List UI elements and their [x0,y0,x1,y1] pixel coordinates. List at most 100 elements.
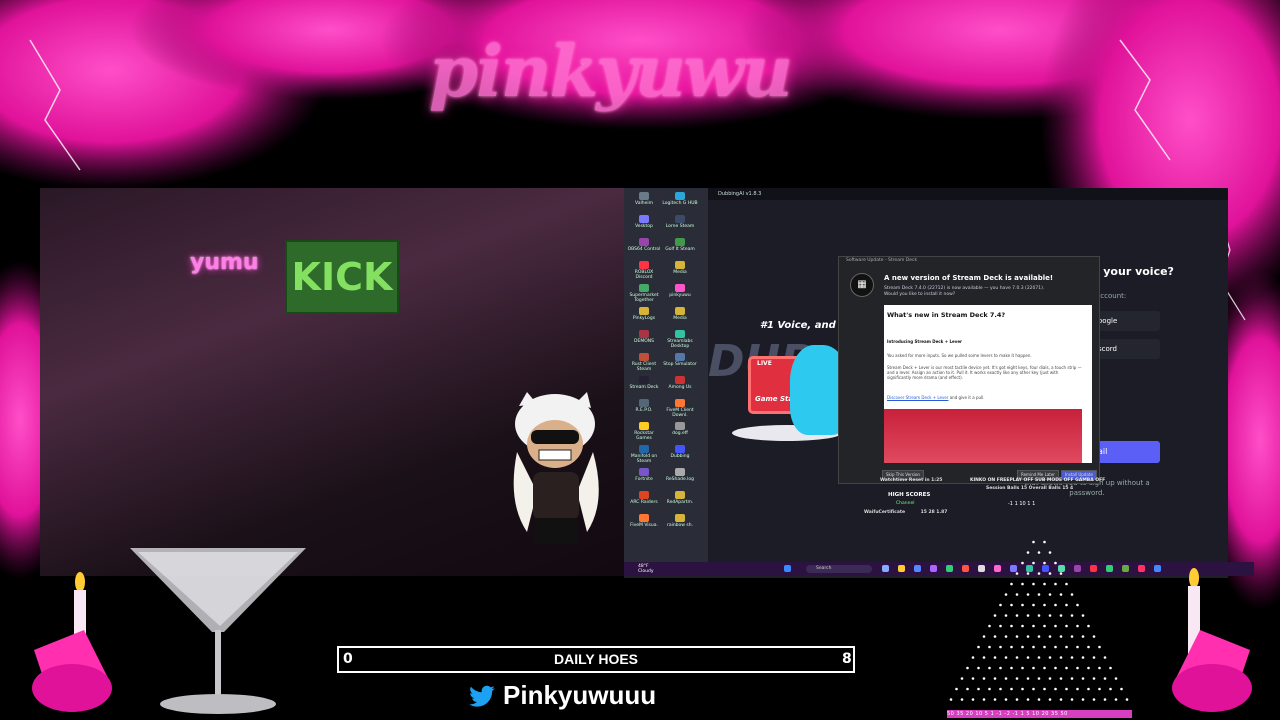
desktop-icon-label: Rust Client Steam [631,362,657,372]
highscore-values: 15 28 1.87 [920,510,948,515]
plinko-peg [1032,561,1035,565]
plinko-peg [1081,677,1085,680]
plinko-peg [960,677,964,680]
desktop-icon[interactable]: Streamlabs Desktop [662,330,698,349]
plinko-peg [1048,698,1052,701]
desktop-icon[interactable]: DEMONS [626,330,662,344]
desktop-icon[interactable]: Vesktop [626,215,662,229]
plinko-peg [1010,582,1013,586]
email-login-button[interactable]: ail [1094,441,1160,463]
plinko-peg [1026,656,1030,659]
desktop-icon-label: ARC Raiders [630,500,658,505]
desktop-icon-label: Media [673,316,687,321]
goal-target: 8 [842,651,852,667]
desktop-icon[interactable]: Rockstar Games [626,422,662,441]
plinko-peg [1021,687,1024,691]
plinko-peg [1021,645,1024,649]
plinko-peg [1059,635,1063,638]
desktop-icon[interactable]: ReShade.log [662,468,698,482]
plinko-peg [1026,572,1030,575]
plinko-peg [1015,635,1019,638]
desktop-icon[interactable]: OBS64 Control [626,238,662,252]
desktop-icon[interactable]: pinkyuwu [662,284,698,298]
desktop-icon[interactable]: ARC Raiders [626,491,662,505]
taskbar-search[interactable]: Search [806,565,872,573]
plinko-peg [1092,677,1096,680]
plinko-peg [1059,656,1063,659]
plinko-board [949,540,1129,701]
desktop-icon-glyph [675,399,685,407]
highscore-name: WaifuCertificate [864,510,906,515]
desktop-icon-glyph [675,422,685,430]
release-notes[interactable]: What's new in Stream Deck 7.4? Introduci… [884,305,1092,463]
plinko-peg [993,614,997,617]
desktop-icon[interactable]: Fortnite [626,468,662,482]
plinko-peg [1070,698,1074,701]
taskview-icon[interactable] [882,565,889,572]
desktop-icon[interactable]: Supermarket Together [626,284,662,303]
app-icon-15[interactable] [1138,565,1145,572]
desktop-icon-label: PinkyLogs [632,316,656,321]
desktop-icon-glyph [639,192,649,200]
desktop-icon-glyph [675,445,685,453]
desktop-icon[interactable]: R.E.P.O. [626,399,662,413]
update-dialog-titlebar[interactable]: Software Update - Stream Deck [838,256,1098,266]
plinko-peg [1092,698,1096,701]
discover-link-tail: and give it a pull. [949,395,985,400]
plinko-peg [1065,645,1068,649]
plinko-peg [960,698,964,701]
desktop-icon[interactable]: PinkyLogs [626,307,662,321]
plinko-peg [1037,551,1041,554]
plinko-peg [1032,540,1035,544]
desktop-icon[interactable]: Golf It Steam [662,238,698,252]
desktop-icon[interactable]: rainbow sh. [662,514,698,528]
desktop-icon[interactable]: RedApartm. [662,491,698,505]
discover-link[interactable]: Discover Stream Deck + Lever [887,395,948,400]
desktop-icon[interactable]: Lorne Steam [662,215,698,229]
desktop-icon[interactable]: Manifold on Steam [626,445,662,464]
desktop-icon-label: RedApartm. [666,500,694,505]
google-login-button[interactable]: oogle [1094,311,1160,331]
desktop-icon[interactable]: Among Us [662,376,698,390]
desktop-icon[interactable]: dog.eff [662,422,698,436]
desktop-icon[interactable]: Media [662,307,698,321]
desktop-icon[interactable]: Valheim [626,192,662,206]
plinko-peg [977,666,980,670]
plinko-peg [988,666,991,670]
plinko-peg [1010,603,1013,607]
desktop-icon[interactable]: Stream Deck [626,376,662,390]
desktop-icon[interactable]: FiveM Client Downl. [662,399,698,418]
desktop-icon[interactable]: Dubbing [662,445,698,459]
desktop-icon-glyph [639,215,649,223]
desktop-icon-label: rainbow sh. [666,523,694,528]
desktop-icon[interactable]: FiveM Visua. [626,514,662,528]
plinko-peg [1103,698,1107,701]
app-icon-1[interactable] [914,565,921,572]
desktop-icon[interactable]: Logitech G HUB [662,192,698,206]
plinko-peg [1081,614,1085,617]
desktop-icon[interactable]: Stop Simulator [662,353,698,367]
release-intro: Introducing Stream Deck + Lever [887,339,963,344]
desktop-icon[interactable]: Rust Client Steam [626,353,662,372]
plinko-peg [988,645,991,649]
desktop-icon[interactable]: ROBLOX Discord [626,261,662,280]
weather-widget[interactable]: 48°F Cloudy [638,564,654,574]
file-explorer-icon[interactable] [898,565,905,572]
discord-login-button[interactable]: scord [1094,339,1160,359]
plinko-peg [1114,677,1118,680]
app-titlebar[interactable]: DubbingAI v1.8.3 [708,188,1228,200]
desktop-icon-glyph [675,330,685,338]
plinko-peg [1026,614,1030,617]
desktop-icon-glyph [639,491,649,499]
desktop-icon-glyph [639,422,649,430]
start-icon[interactable] [784,565,791,572]
highscore-row: WaifuCertificate 15 28 1.87 [864,510,947,515]
app-title: DubbingAI v1.8.3 [718,191,762,197]
desktop-icon[interactable]: Media [662,261,698,275]
plinko-peg [1015,677,1019,680]
app-icon-2[interactable] [930,565,937,572]
plinko-peg [1065,666,1068,670]
plinko-peg [1076,666,1079,670]
plinko-peg [1114,698,1118,701]
plinko-peg [1054,582,1057,586]
